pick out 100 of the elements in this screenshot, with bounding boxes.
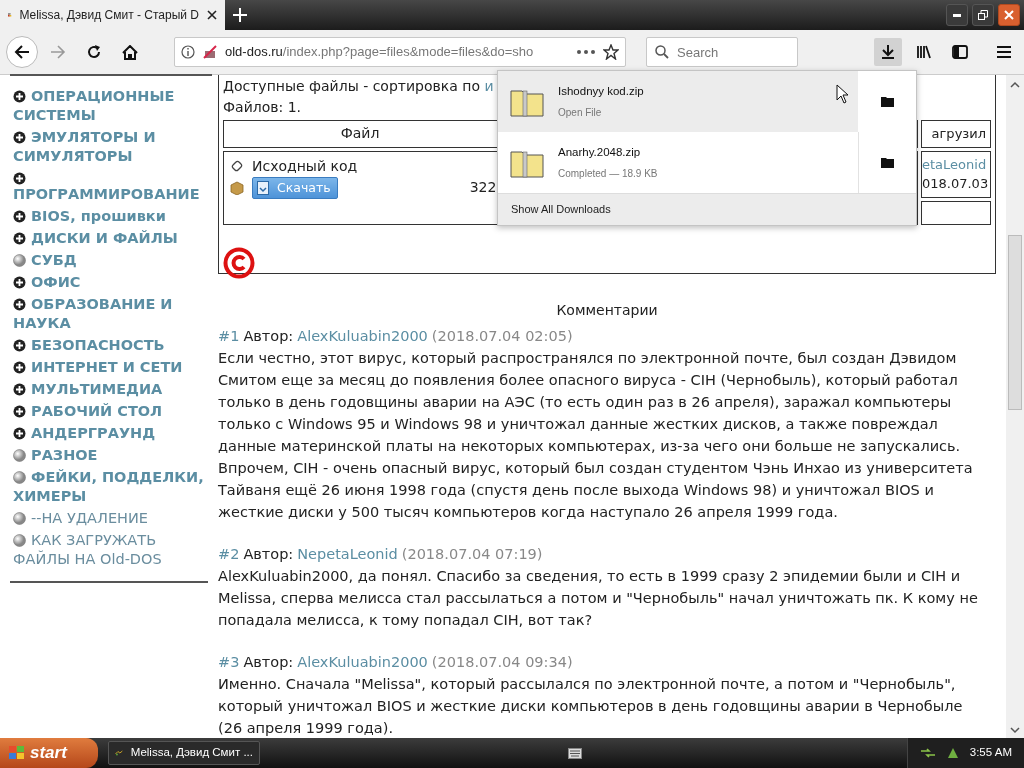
category-link[interactable]: ОБРАЗОВАНИЕ И НАУКА — [13, 295, 212, 333]
info-icon — [181, 45, 195, 59]
clock: 3:55 AM — [969, 745, 1012, 761]
scrollbar[interactable] — [1006, 75, 1024, 738]
close-button[interactable] — [998, 4, 1020, 26]
category-link[interactable]: --НА УДАЛЕНИЕ — [13, 509, 212, 528]
back-arrow-icon — [14, 45, 30, 59]
browser-tab[interactable]: Melissa, Дэвид Смит - Старый D — [0, 0, 225, 30]
show-all-downloads-link[interactable]: Show All Downloads — [511, 201, 611, 218]
minimize-button[interactable] — [946, 4, 968, 26]
download-name: Anarhy.2048.zip — [558, 145, 642, 161]
bookmark-star-icon[interactable] — [603, 44, 619, 60]
tray-triangle-icon[interactable] — [945, 746, 960, 760]
sidebar-icon — [952, 44, 968, 60]
forward-arrow-icon — [50, 45, 66, 59]
comment-text: Если честно, этот вирус, который распространялся по электронной почте, был создан Дэвидом Смитом еще за месяц до появления более опасного вируса - CIH (Чернобыль), который работал только в день годовщины аварии на АЭС (то есть один раз в 26 апреля), заражал компьютеры только с Windows 95 и Windows 98 и уничтожал данные жестких дисков, а также повреждал данные материнской платы на некоторых компьютерах, из-за чего они больше не запускались. Впрочем, CIH - очень опасный вирус, который был создан студентом Чэнь Инхао из университета Тайваня ещё 26 июня 1998 года (спустя день после выхода Windows 98) и уничтожал BIOS и жесткие диски у 500 тысяч компьютеров когда наступало 26 апреля 1999 года. — [218, 349, 974, 522]
category-link[interactable]: СУБД — [13, 251, 212, 270]
copyright-icon — [223, 246, 255, 279]
taskbar-window-button[interactable]: Melissa, Дэвид Смит ... — [108, 741, 260, 765]
bullet-icon — [13, 534, 26, 547]
file-size: 322 — [469, 178, 497, 198]
category-link[interactable]: РАЗНОЕ — [13, 446, 212, 465]
close-icon — [1004, 10, 1014, 20]
search-field[interactable]: Search — [646, 37, 798, 67]
bullet-icon — [13, 254, 26, 267]
category-link[interactable]: ИНТЕРНЕТ И СЕТИ — [13, 358, 212, 377]
download-button[interactable]: Скачать — [252, 176, 338, 200]
plus-circle-icon — [13, 405, 26, 418]
comment-date: (2018.07.04 07:19) — [401, 545, 543, 564]
plus-circle-icon — [13, 383, 26, 396]
category-link[interactable]: КАК ЗАГРУЖАТЬ ФАЙЛЫ НА Old-DOS — [13, 531, 212, 569]
more-icon[interactable] — [577, 50, 595, 54]
download-status: Completed — 18.9 KB — [558, 166, 658, 181]
network-icon[interactable] — [919, 747, 936, 759]
plus-circle-icon — [13, 210, 26, 223]
plus-circle-icon — [13, 339, 26, 352]
restore-button[interactable] — [972, 4, 994, 26]
author-link[interactable]: AlexKuluabin2000 — [297, 325, 428, 347]
address-bar[interactable]: old-dos.ru/index.php?page=files&mode=files&do=sho — [174, 37, 626, 67]
download-status: Open File — [558, 105, 603, 120]
sort-link[interactable]: и — [484, 78, 494, 94]
comment-date: (2018.07.04 02:05) — [431, 327, 573, 346]
category-link[interactable]: ДИСКИ И ФАЙЛЫ — [13, 229, 212, 248]
scrollbar-thumb[interactable] — [1008, 235, 1022, 410]
downloads-button[interactable] — [874, 38, 902, 66]
plus-circle-icon — [13, 232, 26, 245]
comment-number-link[interactable]: #2 — [218, 543, 240, 565]
keyboard-icon[interactable] — [568, 747, 583, 759]
category-link[interactable]: РАБОЧИЙ СТОЛ — [13, 402, 212, 421]
new-tab-icon[interactable] — [233, 8, 247, 22]
plus-circle-icon — [13, 131, 26, 144]
insecure-lock-icon — [203, 45, 217, 59]
plus-circle-icon — [13, 172, 26, 185]
menu-icon — [996, 44, 1012, 60]
comment-number-link[interactable]: #3 — [218, 651, 240, 673]
bullet-icon — [13, 471, 26, 484]
comment-date: (2018.07.04 09:34) — [431, 653, 573, 672]
category-link[interactable]: ПРОГРАММИРОВАНИЕ — [13, 169, 212, 204]
author-label: Автор: — [243, 653, 294, 672]
category-link[interactable]: ЭМУЛЯТОРЫ И СИМУЛЯТОРЫ — [13, 128, 212, 166]
uploader-link[interactable]: etaLeonid — [922, 156, 987, 172]
category-link[interactable]: БЕЗОПАСНОСТЬ — [13, 336, 212, 355]
back-button[interactable] — [6, 36, 38, 68]
column-header: агрузил — [931, 126, 986, 141]
download-item[interactable]: Ishodnyy kod.zip Open File — [498, 71, 858, 132]
table-cell — [921, 200, 991, 225]
category-link[interactable]: ОПЕРАЦИОННЫЕ СИСТЕМЫ — [13, 87, 212, 125]
comment-number-link[interactable]: #1 — [218, 325, 240, 347]
download-name: Ishodnyy kod.zip — [558, 84, 644, 100]
column-header: Файл — [340, 125, 380, 141]
sort-label: Доступные файлы - сортировка по — [223, 78, 480, 94]
mouse-cursor-icon — [836, 84, 850, 104]
download-item[interactable]: Anarhy.2048.zip Completed — 18.9 KB — [498, 132, 858, 193]
start-button[interactable]: start — [0, 738, 98, 768]
plus-circle-icon — [13, 298, 26, 311]
author-link[interactable]: NepetaLeonid — [297, 543, 398, 565]
author-label: Автор: — [243, 545, 294, 564]
plus-circle-icon — [13, 361, 26, 374]
download-icon — [257, 180, 269, 195]
open-folder-button[interactable] — [858, 132, 916, 193]
bullet-icon — [13, 512, 26, 525]
author-link[interactable]: AlexKuluabin2000 — [297, 651, 428, 673]
category-link[interactable]: ОФИС — [13, 273, 212, 292]
category-link[interactable]: ФЕЙКИ, ПОДДЕЛКИ, ХИМЕРЫ — [13, 468, 212, 506]
comments-heading: Комментарии — [556, 302, 658, 318]
category-link[interactable]: МУЛЬТИМЕДИА — [13, 380, 212, 399]
restore-icon — [978, 10, 988, 20]
category-link[interactable]: BIOS, прошивки — [13, 207, 212, 226]
upload-date: 018.07.03 — [922, 176, 989, 191]
plus-circle-icon — [13, 90, 26, 103]
downloads-icon — [880, 44, 896, 60]
package-icon — [230, 180, 244, 195]
category-link[interactable]: АНДЕРГРАУНД — [13, 424, 212, 443]
home-icon — [122, 44, 138, 60]
plus-circle-icon — [13, 276, 26, 289]
comment-text: AlexKuluabin2000, да понял. Спасибо за сведения, то есть в 1999 сразу 2 эпидемии были и CIH и Melissa, сперва мелисса стал рассылаться а потом и "Чернобыль" начал уничтожать пк. К кому не попадала мелисса, к тому попадал CIH, вот так? — [218, 567, 979, 630]
close-icon[interactable] — [207, 10, 217, 20]
plus-circle-icon — [13, 427, 26, 440]
reload-icon — [87, 45, 101, 59]
tab-title: Melissa, Дэвид Смит - Старый D — [19, 7, 199, 24]
